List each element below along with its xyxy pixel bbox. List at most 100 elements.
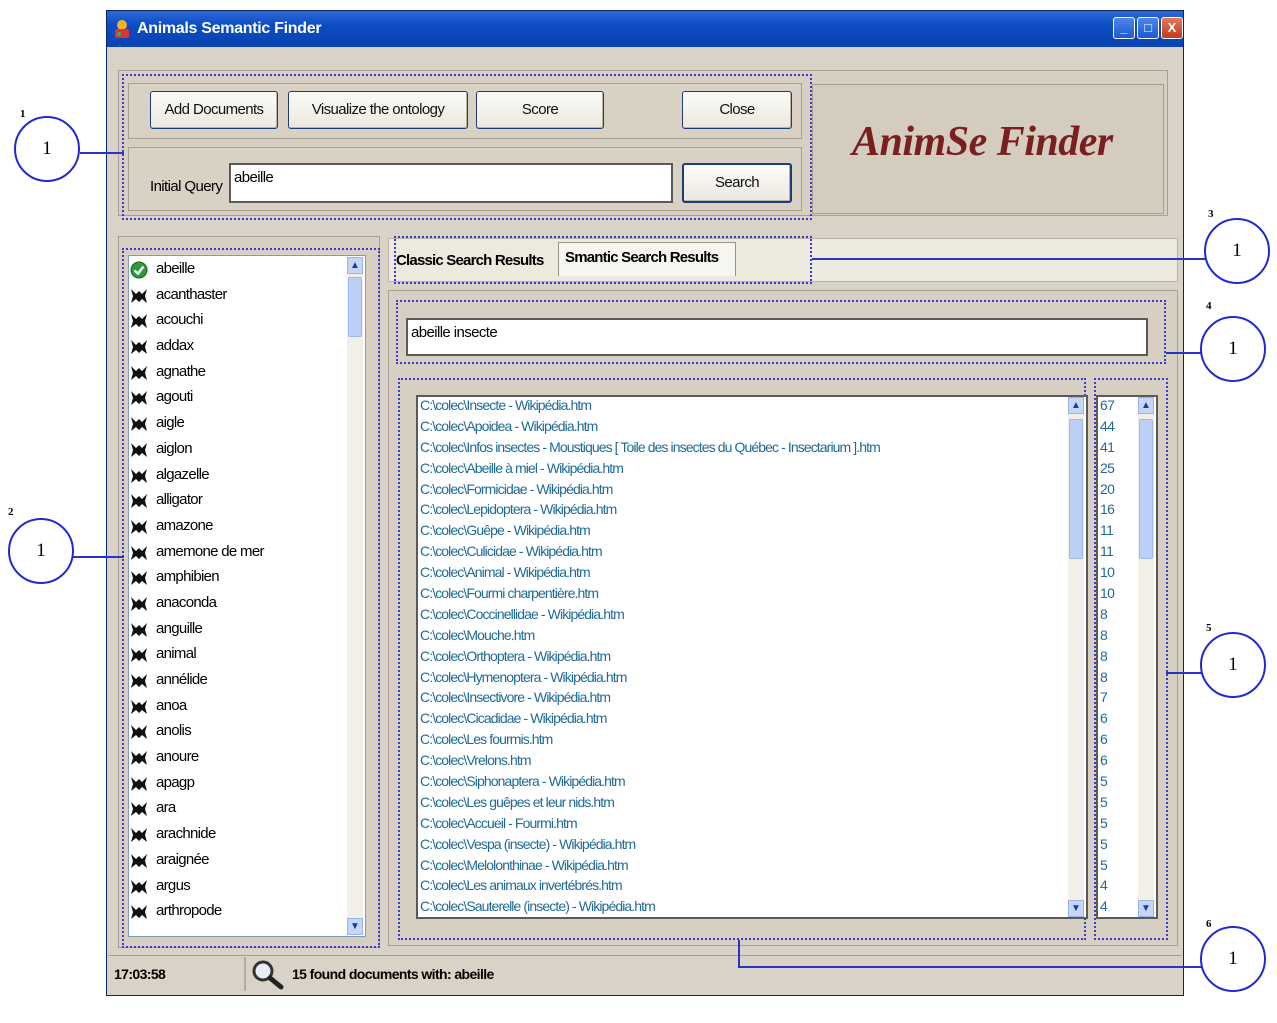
- scroll-thumb[interactable]: [1069, 419, 1083, 559]
- scroll-thumb[interactable]: [348, 277, 362, 337]
- score-row[interactable]: 6: [1100, 752, 1130, 773]
- score-row[interactable]: 5: [1100, 857, 1130, 878]
- minimize-button[interactable]: _: [1113, 17, 1135, 39]
- score-row[interactable]: 5: [1100, 773, 1130, 794]
- animal-list[interactable]: abeille acanthaster acouchi addax agnathe ago…: [130, 258, 340, 930]
- document-row[interactable]: C:\colec\Accueil - Fourmi.htm: [420, 815, 1070, 836]
- document-row[interactable]: C:\colec\Guêpe - Wikipédia.htm: [420, 522, 1070, 543]
- document-row[interactable]: C:\colec\Les guêpes et leur nids.htm: [420, 794, 1070, 815]
- score-row[interactable]: 5: [1100, 836, 1130, 857]
- score-row[interactable]: 44: [1100, 418, 1130, 439]
- list-item[interactable]: animal: [130, 643, 340, 669]
- list-item[interactable]: amemone de mer: [130, 541, 340, 567]
- list-item[interactable]: amphibien: [130, 566, 340, 592]
- document-row[interactable]: C:\colec\Insectivore - Wikipédia.htm: [420, 689, 1070, 710]
- search-button[interactable]: Search: [682, 163, 792, 203]
- score-row[interactable]: 6: [1100, 710, 1130, 731]
- document-row[interactable]: C:\colec\Sauterelle (insecte) - Wikipédi…: [420, 898, 1070, 917]
- initial-query-input[interactable]: abeille: [229, 163, 673, 203]
- scroll-thumb[interactable]: [1139, 419, 1153, 559]
- document-row[interactable]: C:\colec\Culicidae - Wikipédia.htm: [420, 543, 1070, 564]
- score-row[interactable]: 25: [1100, 460, 1130, 481]
- score-row[interactable]: 8: [1100, 606, 1130, 627]
- score-row[interactable]: 7: [1100, 689, 1130, 710]
- score-row[interactable]: 10: [1100, 564, 1130, 585]
- document-row[interactable]: C:\colec\Orthoptera - Wikipédia.htm: [420, 648, 1070, 669]
- score-button[interactable]: Score: [476, 91, 604, 129]
- score-row[interactable]: 5: [1100, 815, 1130, 836]
- score-row[interactable]: 8: [1100, 669, 1130, 690]
- score-row[interactable]: 5: [1100, 794, 1130, 815]
- scroll-up-icon[interactable]: ▲: [1138, 397, 1154, 414]
- list-item[interactable]: apagp: [130, 772, 340, 798]
- list-item[interactable]: anaconda: [130, 592, 340, 618]
- score-row[interactable]: 16: [1100, 501, 1130, 522]
- document-row[interactable]: C:\colec\Mouche.htm: [420, 627, 1070, 648]
- score-row[interactable]: 6: [1100, 731, 1130, 752]
- list-item[interactable]: ara: [130, 797, 340, 823]
- scroll-down-icon[interactable]: ▼: [1068, 900, 1084, 917]
- visualize-ontology-button[interactable]: Visualize the ontology: [288, 91, 468, 129]
- score-row[interactable]: 41: [1100, 439, 1130, 460]
- scroll-down-icon[interactable]: ▼: [347, 918, 363, 935]
- score-row[interactable]: 11: [1100, 522, 1130, 543]
- list-item[interactable]: aigle: [130, 412, 340, 438]
- document-row[interactable]: C:\colec\Lepidoptera - Wikipédia.htm: [420, 501, 1070, 522]
- document-row[interactable]: C:\colec\Coccinellidae - Wikipédia.htm: [420, 606, 1070, 627]
- list-item[interactable]: arthropode: [130, 900, 340, 926]
- add-documents-button[interactable]: Add Documents: [150, 91, 278, 129]
- tab-semantic-results[interactable]: Smantic Search Results: [565, 249, 719, 266]
- expanded-query-field[interactable]: abeille insecte: [406, 318, 1148, 356]
- document-row[interactable]: C:\colec\Fourmi charpentière.htm: [420, 585, 1070, 606]
- document-row[interactable]: C:\colec\Animal - Wikipédia.htm: [420, 564, 1070, 585]
- documents-list[interactable]: C:\colec\Insecte - Wikipédia.htm C:\colec…: [420, 397, 1070, 917]
- document-row[interactable]: C:\colec\Formicidae - Wikipédia.htm: [420, 481, 1070, 502]
- close-button[interactable]: Close: [682, 91, 792, 129]
- scroll-down-icon[interactable]: ▼: [1138, 900, 1154, 917]
- score-row[interactable]: 4: [1100, 898, 1130, 917]
- list-item[interactable]: alligator: [130, 489, 340, 515]
- list-item[interactable]: aiglon: [130, 438, 340, 464]
- score-row[interactable]: 8: [1100, 648, 1130, 669]
- list-item[interactable]: araignée: [130, 849, 340, 875]
- score-row[interactable]: 4: [1100, 877, 1130, 898]
- list-item[interactable]: arachnide: [130, 823, 340, 849]
- document-row[interactable]: C:\colec\Apoidea - Wikipédia.htm: [420, 418, 1070, 439]
- list-item[interactable]: acouchi: [130, 309, 340, 335]
- list-item[interactable]: addax: [130, 335, 340, 361]
- document-row[interactable]: C:\colec\Abeille à miel - Wikipédia.htm: [420, 460, 1070, 481]
- document-row[interactable]: C:\colec\Cicadidae - Wikipédia.htm: [420, 710, 1070, 731]
- list-item[interactable]: annélide: [130, 669, 340, 695]
- score-row[interactable]: 67: [1100, 397, 1130, 418]
- score-row[interactable]: 10: [1100, 585, 1130, 606]
- document-row[interactable]: C:\colec\Siphonaptera - Wikipédia.htm: [420, 773, 1070, 794]
- document-row[interactable]: C:\colec\Hymenoptera - Wikipédia.htm: [420, 669, 1070, 690]
- scroll-up-icon[interactable]: ▲: [347, 257, 363, 274]
- documents-scrollbar[interactable]: ▲ ▼: [1068, 397, 1084, 917]
- list-item[interactable]: algazelle: [130, 464, 340, 490]
- document-row[interactable]: C:\colec\Vespa (insecte) - Wikipédia.htm: [420, 836, 1070, 857]
- score-row[interactable]: 20: [1100, 481, 1130, 502]
- document-row[interactable]: C:\colec\Vrelons.htm: [420, 752, 1070, 773]
- list-item[interactable]: argus: [130, 875, 340, 901]
- document-row[interactable]: C:\colec\Melolonthinae - Wikipédia.htm: [420, 857, 1070, 878]
- document-row[interactable]: C:\colec\Insecte - Wikipédia.htm: [420, 397, 1070, 418]
- close-window-button[interactable]: X: [1161, 17, 1183, 39]
- list-item[interactable]: amazone: [130, 515, 340, 541]
- scroll-up-icon[interactable]: ▲: [1068, 397, 1084, 414]
- list-item[interactable]: acanthaster: [130, 284, 340, 310]
- document-row[interactable]: C:\colec\Les fourmis.htm: [420, 731, 1070, 752]
- list-item[interactable]: anoure: [130, 746, 340, 772]
- title-bar[interactable]: Animals Semantic Finder _ □ X: [107, 11, 1183, 47]
- document-row[interactable]: C:\colec\Infos insectes - Moustiques [ T…: [420, 439, 1070, 460]
- animal-list-scrollbar[interactable]: ▲ ▼: [347, 257, 363, 935]
- list-item[interactable]: agnathe: [130, 361, 340, 387]
- list-item[interactable]: abeille: [130, 258, 340, 284]
- document-row[interactable]: C:\colec\Les animaux invertébrés.htm: [420, 877, 1070, 898]
- list-item[interactable]: agouti: [130, 386, 340, 412]
- score-row[interactable]: 8: [1100, 627, 1130, 648]
- list-item[interactable]: anguille: [130, 618, 340, 644]
- tab-classic-results[interactable]: Classic Search Results: [396, 252, 544, 269]
- scores-scrollbar[interactable]: ▲ ▼: [1138, 397, 1154, 917]
- score-row[interactable]: 11: [1100, 543, 1130, 564]
